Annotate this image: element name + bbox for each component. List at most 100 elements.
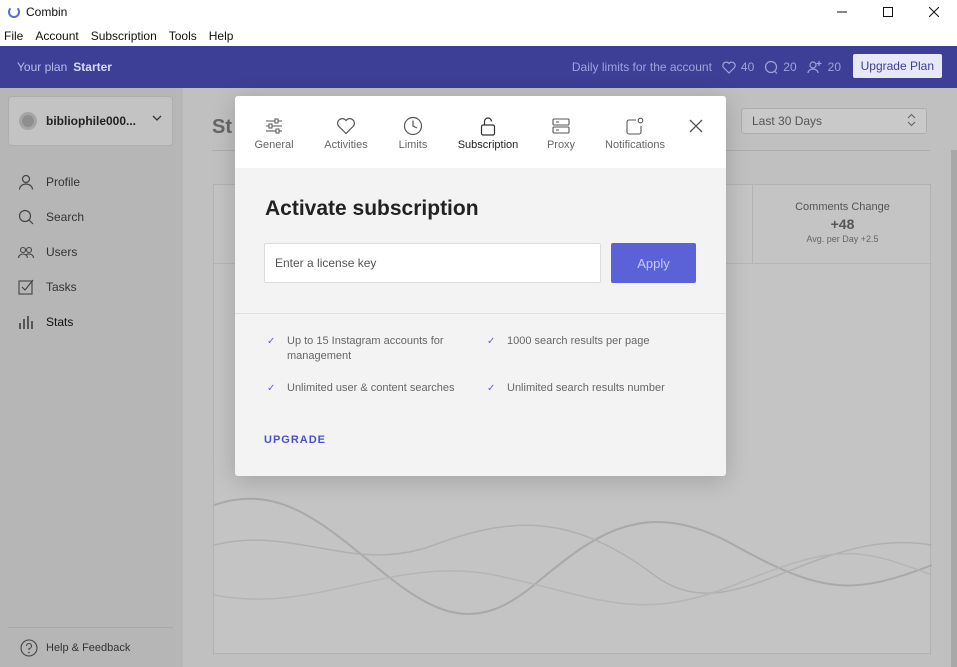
help-feedback-label: Help & Feedback [46, 641, 131, 654]
feature-text: Unlimited user & content searches [287, 382, 455, 394]
apply-button[interactable]: Apply [611, 243, 696, 283]
sliders-icon [265, 116, 283, 136]
upgrade-plan-button[interactable]: Upgrade Plan [852, 54, 942, 78]
window-controls [819, 0, 957, 24]
close-icon [689, 119, 703, 133]
menu-tools[interactable]: Tools [164, 29, 202, 43]
upgrade-link[interactable]: UPGRADE [264, 434, 326, 446]
tab-subscription[interactable]: Subscription [457, 96, 519, 168]
page-title: St [212, 116, 232, 138]
tab-general[interactable]: General [254, 96, 294, 168]
tab-activities[interactable]: Activities [323, 96, 369, 168]
modal-heading: Activate subscription [265, 197, 479, 220]
tab-notifications[interactable]: Notifications [603, 96, 667, 168]
follows-limit: 20 [807, 60, 841, 74]
window-title: Combin [26, 5, 68, 19]
plan-label: Your plan [17, 60, 68, 74]
unlock-icon [480, 116, 496, 136]
title-bar: Combin [0, 0, 957, 24]
plan-bar: Your plan Starter Daily limits for the a… [0, 46, 957, 88]
tab-label: Proxy [546, 139, 576, 151]
help-feedback-button[interactable]: Help & Feedback [8, 627, 173, 667]
maximize-icon [883, 7, 893, 17]
feature-item: ✓ 1000 search results per page [487, 334, 677, 349]
menu-bar: File Account Subscription Tools Help [0, 26, 240, 46]
comment-icon [765, 60, 778, 74]
account-selector[interactable]: bibliophile000... [8, 96, 173, 146]
stats-wave-graphic [214, 497, 932, 615]
notification-icon [626, 116, 644, 136]
chevron-down-icon [152, 115, 162, 121]
stats-icon [19, 315, 33, 329]
plan-name: Starter [73, 60, 112, 74]
clock-icon [403, 116, 423, 136]
sidebar-item-label: Search [46, 209, 85, 224]
add-user-icon [807, 61, 822, 74]
minimize-button[interactable] [819, 0, 865, 24]
sidebar-item-profile[interactable]: Profile [0, 164, 183, 199]
check-icon: ✓ [267, 336, 276, 347]
tab-label: Subscription [457, 139, 519, 151]
menu-account[interactable]: Account [30, 29, 83, 43]
sidebar: bibliophile000... Profile Search Users T… [0, 88, 183, 667]
likes-limit: 40 [722, 60, 754, 74]
main-scrollbar[interactable] [951, 150, 957, 667]
check-icon: ✓ [487, 383, 496, 394]
tab-label: General [254, 139, 294, 151]
sidebar-nav: Profile Search Users Tasks Stats [0, 164, 183, 339]
license-key-input[interactable] [264, 243, 601, 283]
minimize-icon [837, 11, 847, 13]
metric-value: +48 [830, 216, 855, 232]
likes-limit-value: 40 [740, 60, 755, 74]
server-icon [552, 116, 570, 136]
feature-item: ✓ Unlimited user & content searches [267, 381, 457, 396]
heart-icon [336, 116, 356, 136]
comments-change-metric: Comments Change +48 Avg. per Day +2.5 [752, 185, 932, 263]
settings-modal: General Activities Limits Subscription P… [235, 96, 726, 476]
heart-icon [722, 61, 736, 74]
select-arrows-icon [907, 113, 916, 127]
daily-limits-label: Daily limits for the account [571, 60, 712, 74]
tab-proxy[interactable]: Proxy [547, 96, 575, 168]
daily-limits: Daily limits for the account 40 20 20 [572, 46, 841, 88]
help-icon [20, 638, 38, 657]
tab-limits[interactable]: Limits [398, 96, 428, 168]
sidebar-item-tasks[interactable]: Tasks [0, 269, 183, 304]
sidebar-item-label: Profile [46, 174, 81, 189]
menu-file[interactable]: File [0, 29, 28, 43]
modal-tabs: General Activities Limits Subscription P… [235, 96, 726, 168]
sidebar-item-label: Users [46, 244, 78, 259]
sidebar-item-stats[interactable]: Stats [0, 304, 183, 339]
sidebar-item-label: Tasks [46, 279, 77, 294]
feature-item: ✓ Up to 15 Instagram accounts for manage… [267, 334, 457, 364]
sidebar-item-search[interactable]: Search [0, 199, 183, 234]
app-logo-icon [8, 6, 20, 18]
feature-text: Unlimited search results number [507, 382, 665, 394]
menu-subscription[interactable]: Subscription [86, 29, 162, 43]
menu-help[interactable]: Help [204, 29, 239, 43]
avatar [19, 112, 37, 130]
close-icon [929, 7, 939, 17]
follows-limit-value: 20 [827, 60, 841, 74]
check-icon: ✓ [487, 336, 496, 347]
maximize-button[interactable] [865, 0, 911, 24]
close-window-button[interactable] [911, 0, 957, 24]
comments-limit-value: 20 [783, 60, 797, 74]
search-icon [18, 209, 34, 224]
close-modal-button[interactable] [686, 116, 706, 136]
metric-title: Comments Change [795, 201, 890, 213]
sidebar-item-label: Stats [46, 314, 74, 329]
feature-text: Up to 15 Instagram accounts for manageme… [287, 335, 444, 362]
date-range-select[interactable]: Last 30 Days [741, 108, 927, 134]
feature-text: 1000 search results per page [507, 335, 650, 347]
modal-divider [235, 313, 726, 314]
account-name: bibliophile000... [46, 114, 137, 128]
tasks-icon [18, 279, 34, 295]
user-icon [18, 174, 34, 190]
feature-item: ✓ Unlimited search results number [487, 381, 677, 396]
date-range-value: Last 30 Days [752, 114, 823, 128]
metric-subtitle: Avg. per Day +2.5 [806, 234, 879, 244]
tab-label: Notifications [605, 139, 665, 151]
modal-body: Activate subscription Apply ✓ Up to 15 I… [235, 168, 726, 476]
sidebar-item-users[interactable]: Users [0, 234, 183, 269]
